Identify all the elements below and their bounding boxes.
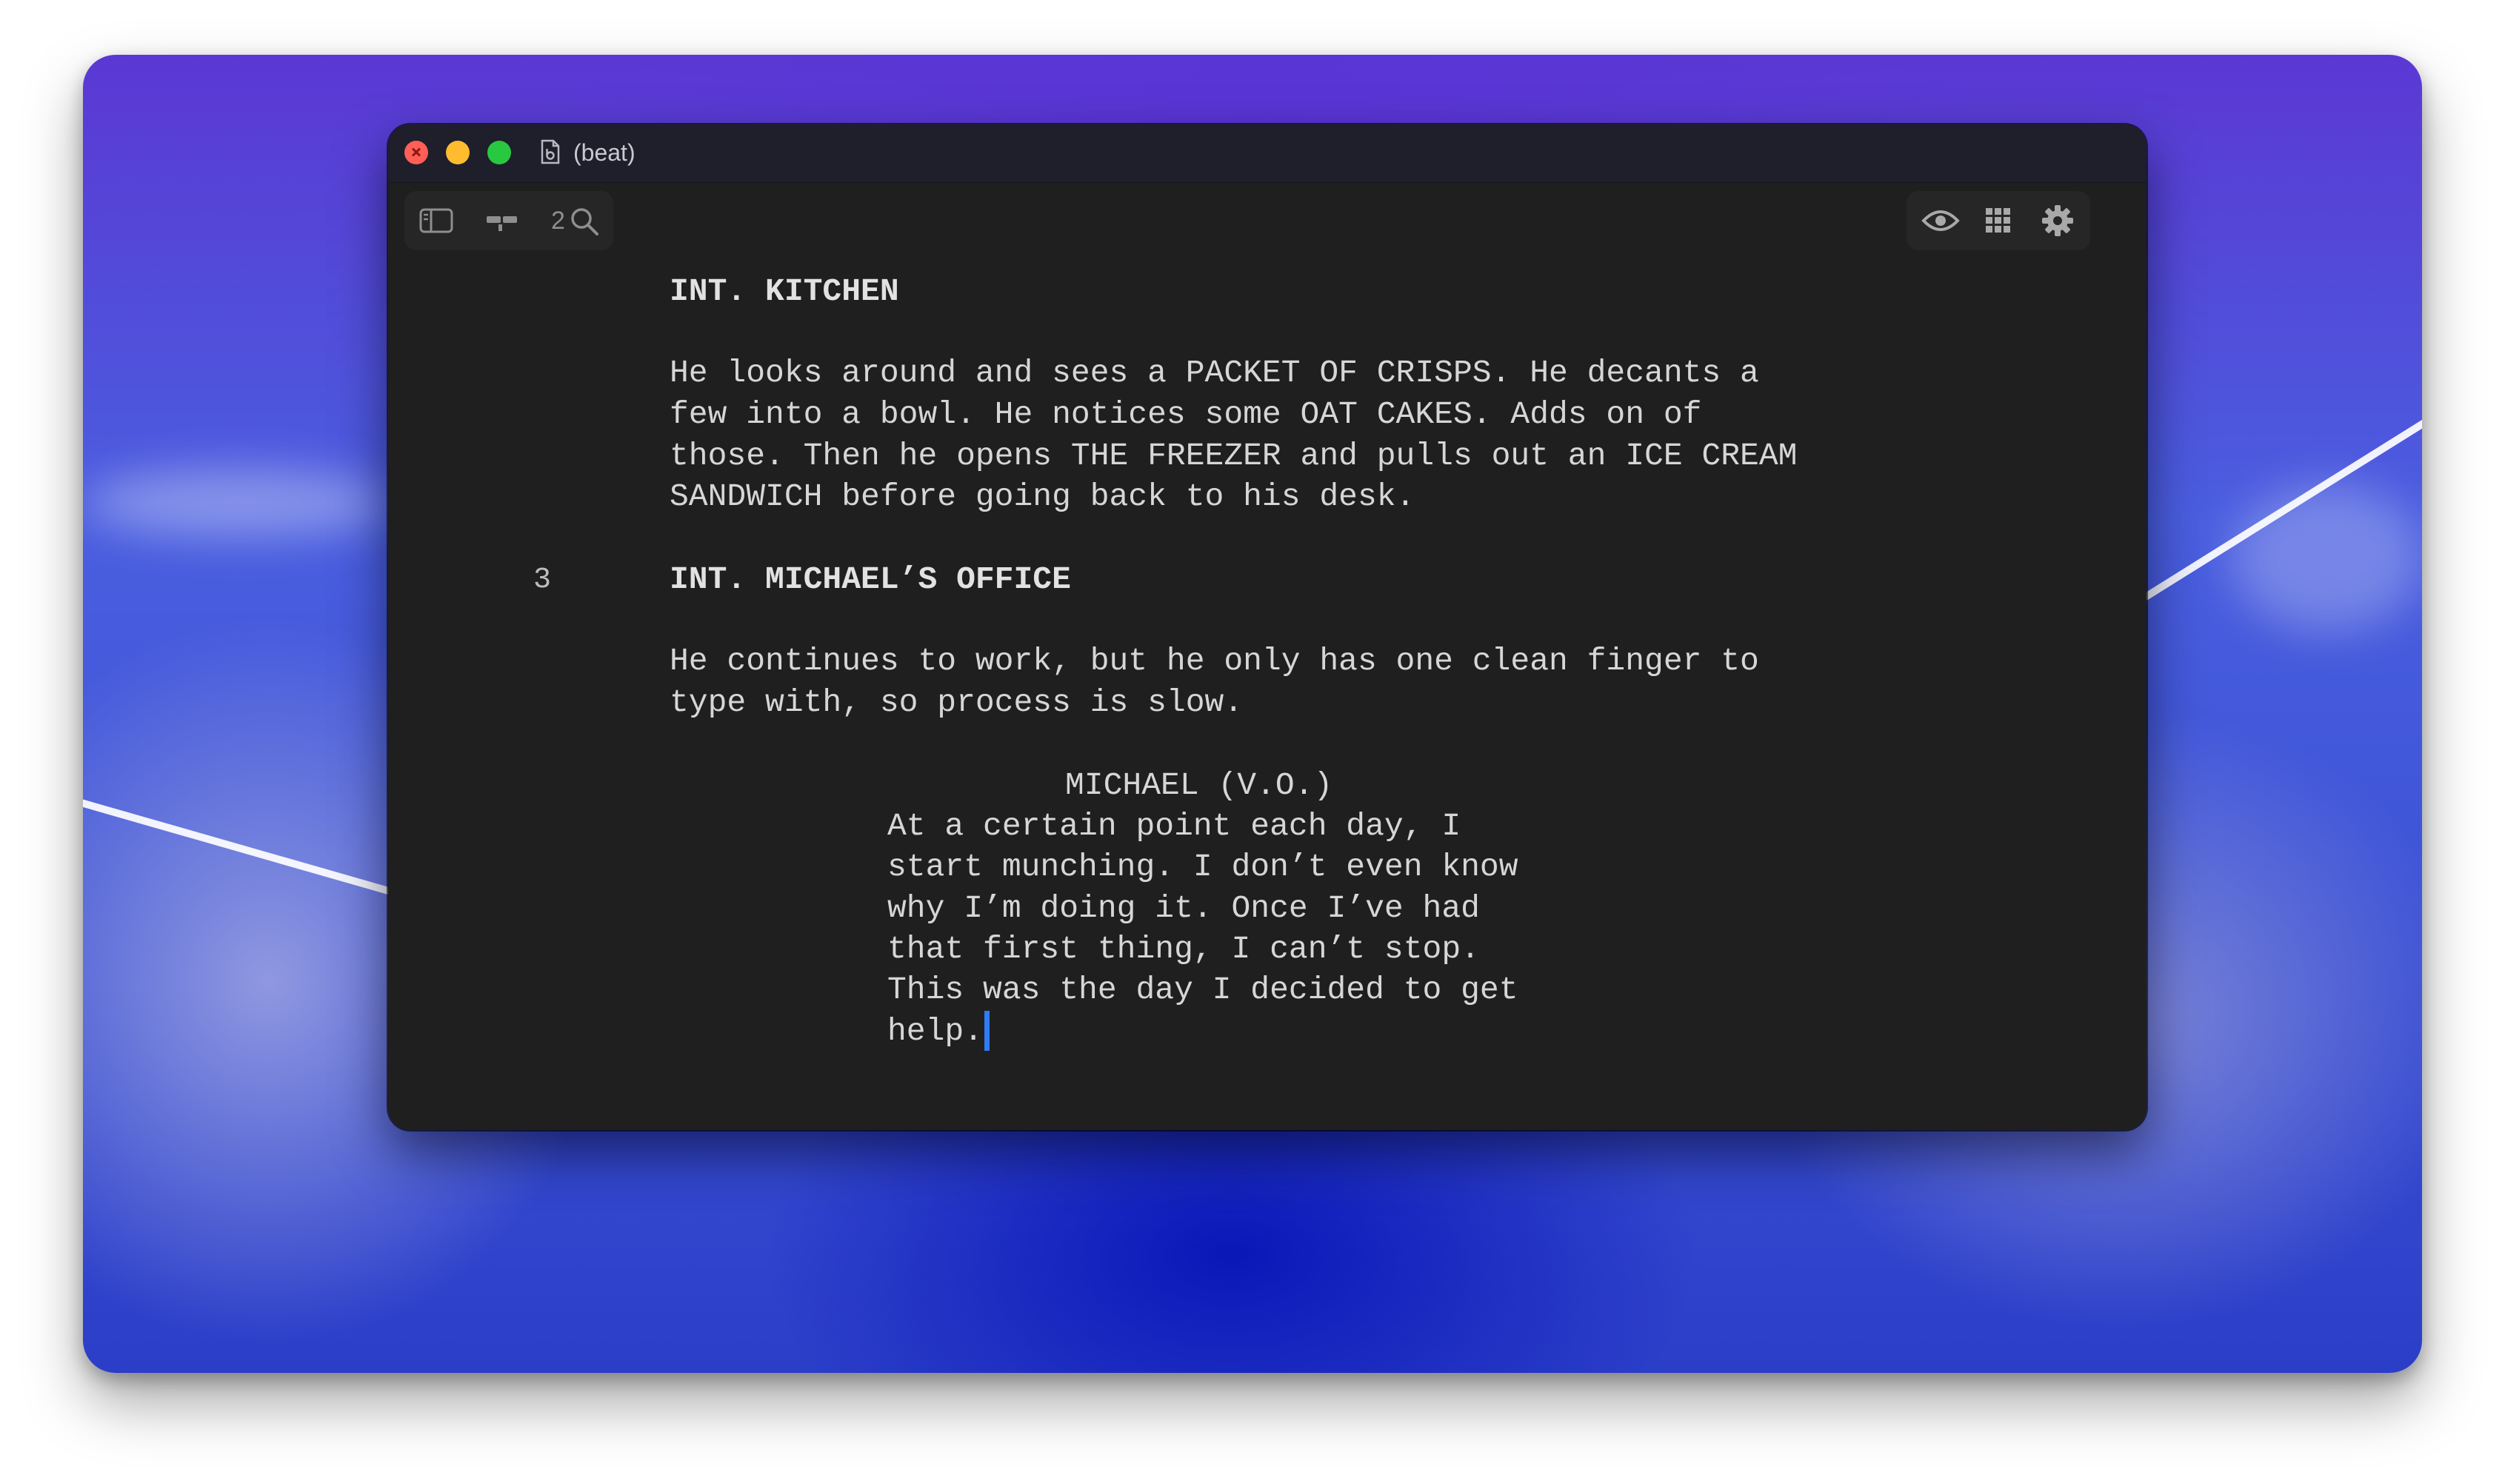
wallpaper-glow xyxy=(83,469,394,536)
dialogue-line-last[interactable]: help. xyxy=(887,1011,990,1052)
character-cue[interactable]: MICHAEL (V.O.) xyxy=(1065,765,1332,806)
action-line[interactable]: He looks around and sees a PACKET OF CRI… xyxy=(670,352,1759,394)
dialogue-line[interactable]: This was the day I decided to get xyxy=(887,969,1518,1011)
action-line[interactable]: type with, so process is slow. xyxy=(670,682,1243,723)
wallpaper-streak xyxy=(83,795,397,897)
beat-editor-window: (beat) 2 INT. KITCHEN He looks around an… xyxy=(388,124,2147,1130)
scene-heading[interactable]: INT. MICHAEL’S OFFICE xyxy=(670,559,1071,601)
dialogue-line[interactable]: start munching. I don’t even know xyxy=(887,846,1518,888)
document-icon xyxy=(541,139,560,164)
dialogue-line[interactable]: why I’m doing it. Once I’ve had xyxy=(887,888,1480,929)
wallpaper-glow xyxy=(2231,484,2422,632)
dialogue-line[interactable]: At a certain point each day, I xyxy=(887,806,1461,847)
action-line[interactable]: SANDWICH before going back to his desk. xyxy=(670,476,1415,518)
scene-number: 3 xyxy=(533,564,552,597)
minimize-window-button[interactable] xyxy=(446,141,470,164)
title-bar: (beat) xyxy=(388,124,2147,183)
action-line[interactable]: few into a bowl. He notices some OAT CAK… xyxy=(670,394,1701,435)
close-window-button[interactable] xyxy=(404,141,428,164)
action-line[interactable]: He continues to work, but he only has on… xyxy=(670,641,1759,682)
zoom-window-button[interactable] xyxy=(487,141,511,164)
scene-heading[interactable]: INT. KITCHEN xyxy=(670,271,899,312)
dialogue-line[interactable]: that first thing, I can’t stop. xyxy=(887,929,1480,970)
dialogue-text: help. xyxy=(887,1013,984,1049)
action-line[interactable]: those. Then he opens THE FREEZER and pul… xyxy=(670,435,1797,477)
screenplay-editor[interactable]: INT. KITCHEN He looks around and sees a … xyxy=(388,182,2147,1130)
window-title: (beat) xyxy=(573,139,636,166)
text-cursor xyxy=(984,1011,990,1051)
